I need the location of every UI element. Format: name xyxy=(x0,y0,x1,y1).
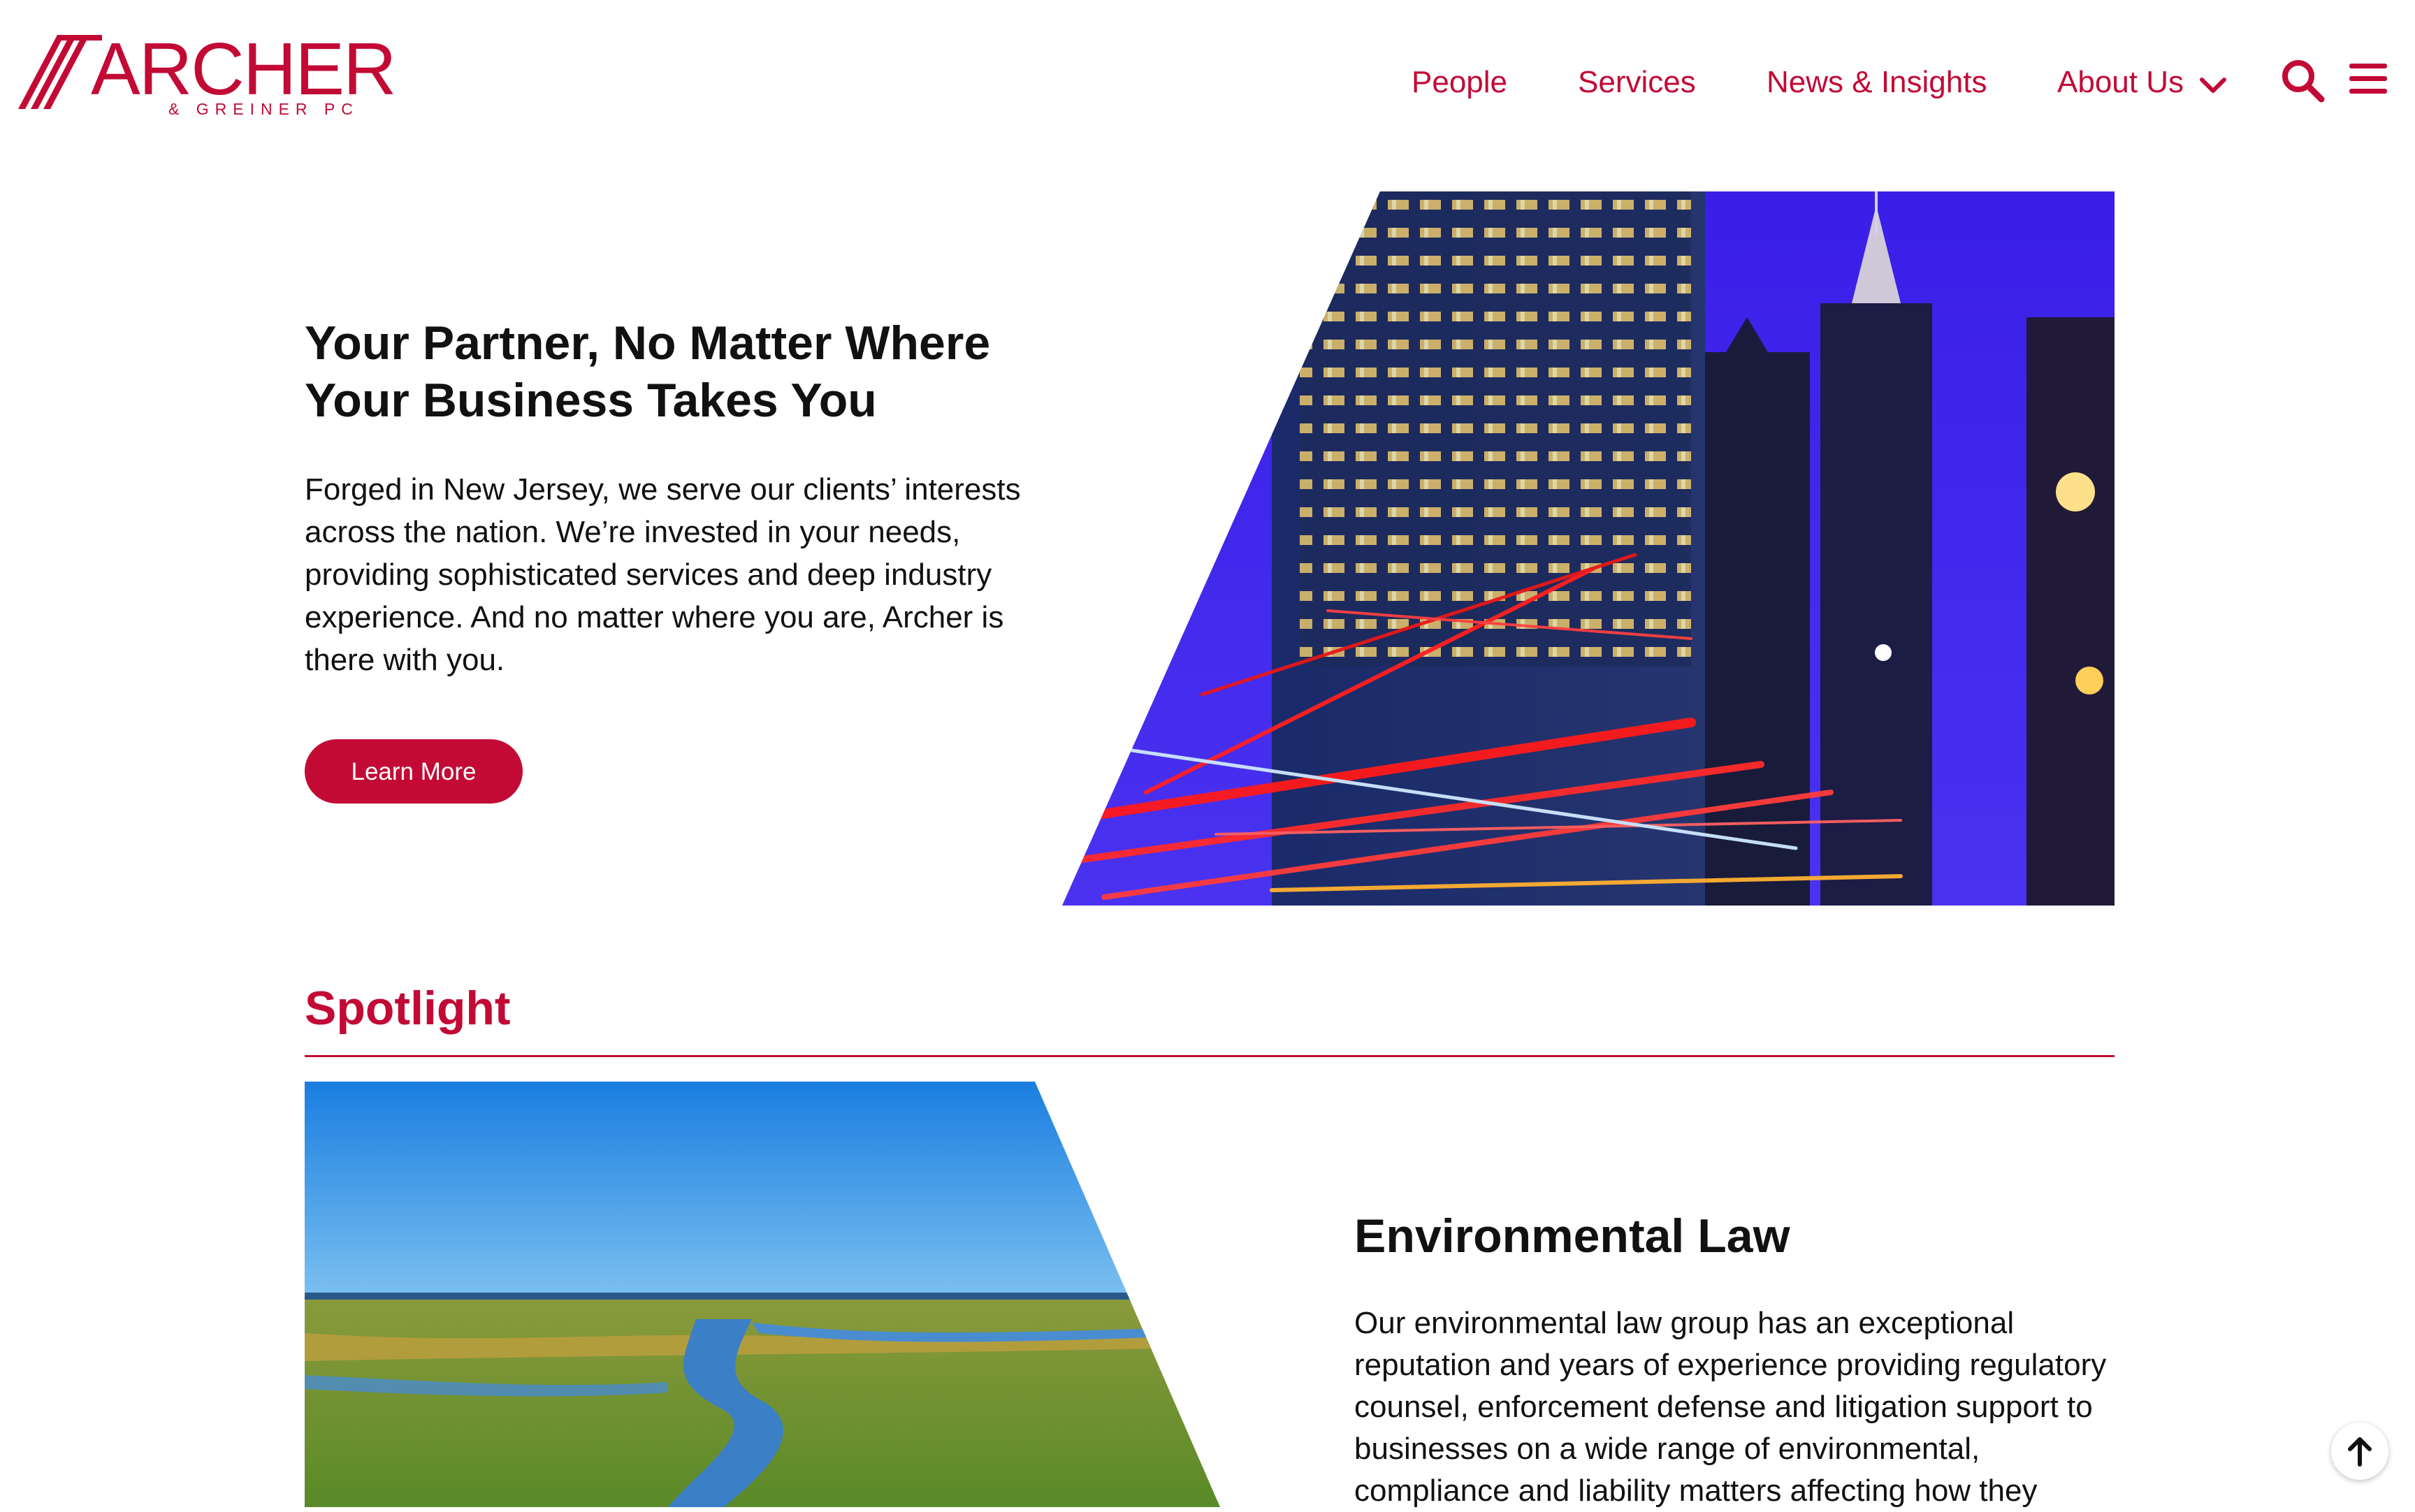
back-to-top-button[interactable] xyxy=(2331,1423,2388,1480)
hamburger-menu-icon[interactable] xyxy=(2348,60,2388,98)
nav-item-news-insights[interactable]: News & Insights xyxy=(1767,61,1987,103)
nav-item-people[interactable]: People xyxy=(1412,61,1507,103)
city-night-traffic-image xyxy=(1062,191,2115,906)
learn-more-button[interactable]: Learn More xyxy=(305,739,523,804)
nav-item-about-us[interactable]: About Us xyxy=(2057,61,2184,103)
wetlands-river-image xyxy=(305,1082,1220,1507)
hero-description: Forged in New Jersey, we serve our clien… xyxy=(305,472,1021,677)
arrow-up-icon xyxy=(2348,1437,2372,1467)
chevron-down-icon[interactable] xyxy=(2198,73,2228,98)
archer-logo[interactable]: ARCHER & GREINER PC xyxy=(18,31,397,122)
spotlight-title: Environmental Law xyxy=(1354,1209,1790,1263)
site-header: ARCHER & GREINER PC People Services News… xyxy=(0,0,2415,168)
nav-item-services[interactable]: Services xyxy=(1578,61,1696,103)
spotlight-description: Our environmental law group has an excep… xyxy=(1354,1306,2107,1508)
search-icon[interactable] xyxy=(2279,57,2326,103)
logo-subtitle: & GREINER PC xyxy=(168,100,359,118)
logo-wordmark: ARCHER xyxy=(91,28,397,110)
spotlight-heading: Spotlight xyxy=(305,982,511,1035)
hero-title: Your Partner, No Matter Where Your Busin… xyxy=(305,317,991,427)
spotlight-divider xyxy=(305,1055,2115,1057)
